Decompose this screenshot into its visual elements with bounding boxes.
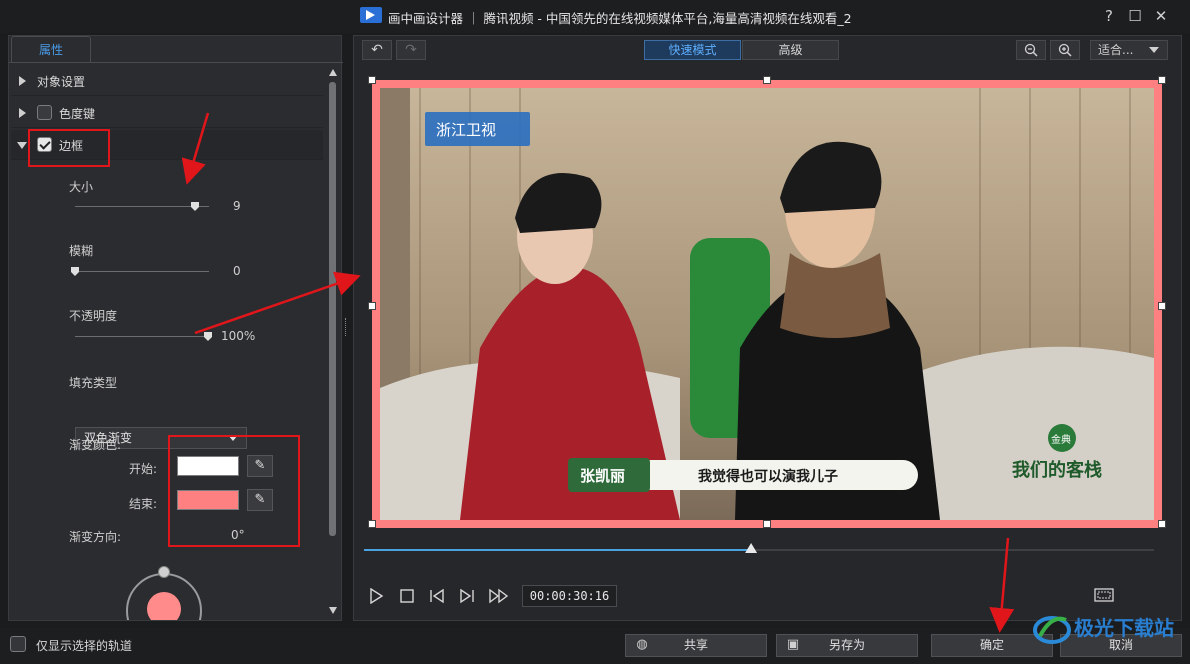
section-object-settings[interactable]: 对象设置 — [11, 66, 323, 96]
annotation-box-border — [28, 129, 110, 167]
resize-handle[interactable] — [1158, 302, 1166, 310]
stop-button[interactable] — [399, 588, 415, 608]
subtitle-name: 张凯丽 — [580, 467, 625, 485]
blur-slider[interactable] — [75, 271, 209, 272]
expand-arrow-icon[interactable] — [19, 76, 26, 86]
quick-mode-button[interactable]: 快速模式 — [644, 40, 741, 60]
panel-splitter[interactable] — [345, 318, 348, 336]
undo-button[interactable]: ↶ — [362, 40, 392, 60]
resize-handle[interactable] — [368, 302, 376, 310]
blur-value: 0 — [233, 264, 241, 278]
annotation-box-gradient — [168, 435, 300, 547]
zoom-in-button[interactable] — [1050, 40, 1080, 60]
opacity-label: 不透明度 — [69, 309, 118, 323]
next-frame-icon — [460, 588, 474, 604]
blur-label: 模糊 — [69, 244, 94, 258]
preview-toolbar: ↶ ↷ 快速模式 高级 适合... — [354, 36, 1183, 64]
gradient-end-label: 结束: — [129, 497, 158, 511]
opacity-slider-thumb[interactable] — [204, 332, 212, 341]
properties-scrollbar[interactable] — [327, 66, 339, 618]
timecode-display: 00:00:30:16 — [522, 585, 617, 607]
next-frame-button[interactable] — [458, 588, 476, 608]
play-icon — [370, 587, 384, 605]
prev-frame-button[interactable] — [428, 588, 446, 608]
direction-dial-knob[interactable] — [158, 566, 170, 578]
app-logo-icon — [360, 7, 382, 23]
show-selected-tracks-checkbox[interactable] — [10, 636, 26, 652]
size-slider-thumb[interactable] — [191, 202, 199, 211]
save-disk-icon: ▣ — [786, 637, 800, 652]
size-label: 大小 — [69, 180, 94, 194]
video-preview-frame[interactable]: 浙江卫视 张凯丽 我觉得也可以演我儿子 金典 我们的客栈 — [368, 76, 1166, 528]
chevron-down-icon — [1149, 47, 1159, 53]
fast-forward-button[interactable] — [488, 588, 510, 608]
section-label: 色度键 — [59, 107, 96, 121]
opacity-value: 100% — [221, 329, 256, 343]
fast-forward-icon — [489, 588, 509, 604]
advanced-mode-button[interactable]: 高级 — [742, 40, 839, 60]
tab-divider — [9, 62, 343, 63]
prev-frame-icon — [430, 588, 444, 604]
scroll-down-icon[interactable] — [329, 607, 337, 614]
brand-badge: 金典 — [1051, 433, 1071, 446]
close-button[interactable]: ✕ — [1152, 7, 1170, 25]
timeline-playhead[interactable] — [745, 543, 758, 553]
direction-preview-circle — [147, 592, 181, 620]
play-button[interactable] — [368, 587, 384, 608]
show-selected-tracks-label: 仅显示选择的轨道 — [36, 639, 133, 653]
stop-icon — [400, 589, 414, 603]
zoom-out-button[interactable] — [1016, 40, 1046, 60]
size-slider[interactable] — [75, 206, 209, 207]
safe-zone-icon — [1094, 588, 1114, 602]
timeline-progress — [364, 549, 752, 551]
resize-handle[interactable] — [368, 520, 376, 528]
globe-icon: ◍ — [636, 637, 648, 652]
zoom-in-icon — [1058, 43, 1072, 57]
blur-slider-thumb[interactable] — [71, 267, 79, 276]
preview-panel: ↶ ↷ 快速模式 高级 适合... 浙江卫视 张凯丽 我觉得也可以演我儿子 金典… — [353, 35, 1182, 621]
resize-handle[interactable] — [1158, 520, 1166, 528]
zoom-out-icon — [1024, 43, 1038, 57]
scrollbar-thumb[interactable] — [329, 82, 336, 536]
window-title: 画中画设计器 ｜ 腾讯视频 - 中国领先的在线视频媒体平台,海量高清视频在线观看… — [388, 11, 852, 26]
fit-select[interactable]: 适合... — [1090, 40, 1168, 60]
share-button[interactable]: ◍ 共享 — [625, 634, 767, 657]
collapse-arrow-icon[interactable] — [17, 142, 27, 149]
resize-handle[interactable] — [763, 76, 771, 84]
timeline-track[interactable] — [364, 543, 1154, 553]
help-button[interactable]: ? — [1100, 7, 1118, 25]
channel-logo: 浙江卫视 — [436, 121, 496, 139]
safe-zone-button[interactable] — [1094, 588, 1114, 606]
section-label: 对象设置 — [37, 75, 86, 89]
resize-handle[interactable] — [1158, 76, 1166, 84]
watermark-text: 极光下载站 — [1074, 616, 1174, 640]
gradient-start-label: 开始: — [129, 462, 158, 476]
resize-handle[interactable] — [763, 520, 771, 528]
save-as-button[interactable]: ▣ 另存为 — [776, 634, 918, 657]
chroma-key-checkbox[interactable] — [37, 105, 52, 120]
maximize-button[interactable]: ☐ — [1126, 7, 1144, 25]
size-value: 9 — [233, 199, 241, 213]
section-chroma-key[interactable]: 色度键 — [11, 98, 323, 128]
title-bar: 画中画设计器 ｜ 腾讯视频 - 中国领先的在线视频媒体平台,海量高清视频在线观看… — [0, 0, 1190, 33]
watermark-logo-icon — [1033, 616, 1071, 644]
subtitle-text: 我觉得也可以演我儿子 — [698, 468, 838, 485]
save-as-label: 另存为 — [828, 638, 865, 652]
bottom-bar: 仅显示选择的轨道 ◍ 共享 ▣ 另存为 确定 取消 — [0, 628, 1190, 664]
show-logo: 我们的客栈 — [1012, 459, 1102, 481]
scroll-up-icon[interactable] — [329, 69, 337, 76]
watermark: 极光下载站 — [1032, 606, 1182, 650]
fit-select-value: 适合... — [1098, 43, 1134, 57]
video-frame-image: 浙江卫视 张凯丽 我觉得也可以演我儿子 金典 我们的客栈 — [380, 88, 1154, 520]
resize-handle[interactable] — [368, 76, 376, 84]
fill-type-label: 填充类型 — [69, 376, 118, 390]
video-preview[interactable]: 浙江卫视 张凯丽 我觉得也可以演我儿子 金典 我们的客栈 — [380, 88, 1154, 520]
gradient-color-label: 渐变颜色: — [69, 438, 122, 452]
expand-arrow-icon[interactable] — [19, 108, 26, 118]
opacity-slider[interactable] — [75, 336, 209, 337]
tab-properties[interactable]: 属性 — [11, 36, 91, 63]
share-label: 共享 — [683, 638, 708, 652]
redo-button[interactable]: ↷ — [396, 40, 426, 60]
